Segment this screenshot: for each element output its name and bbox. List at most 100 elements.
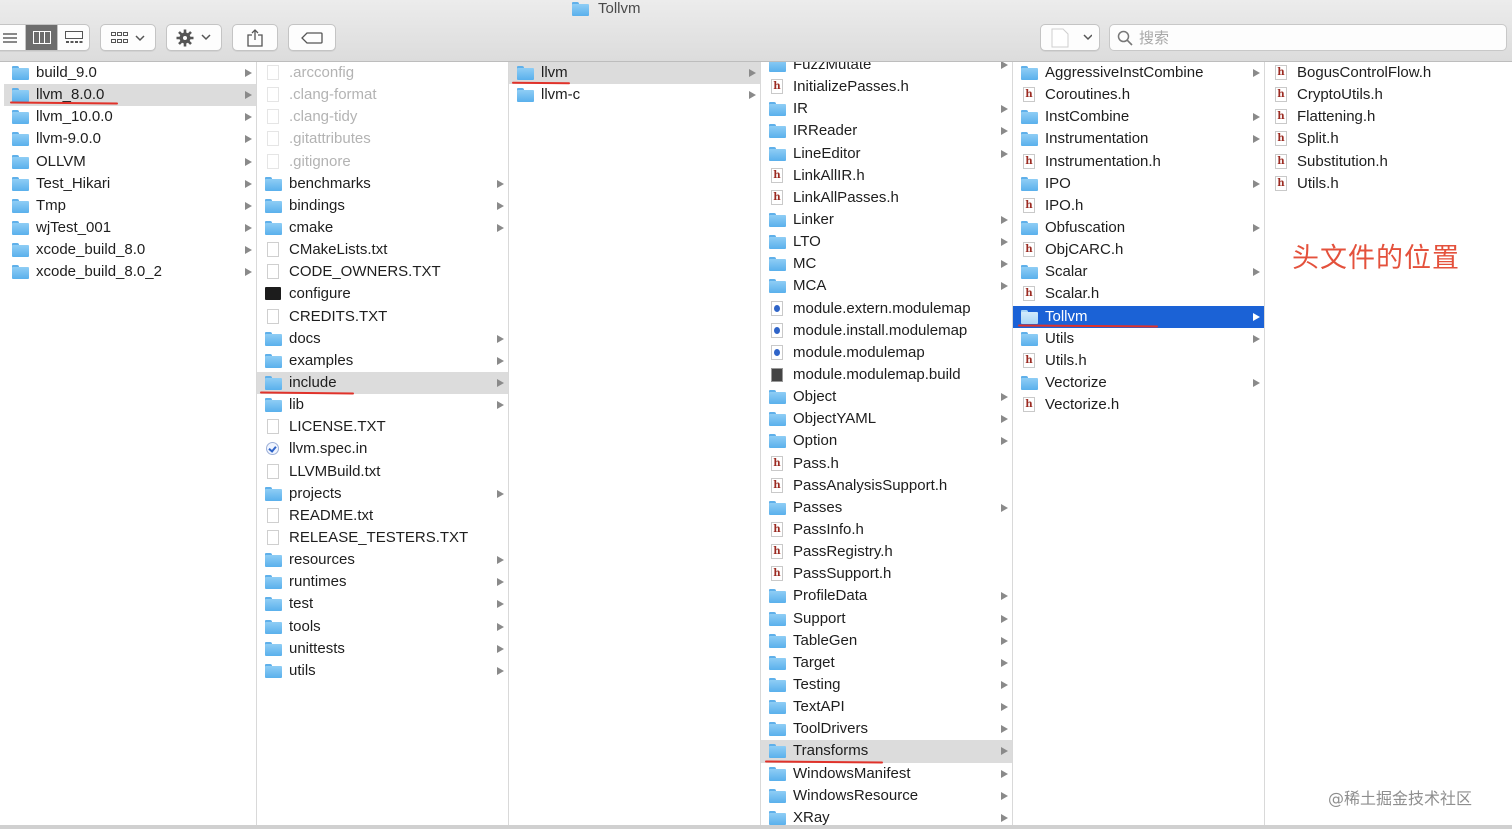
file-item[interactable]: module.modulemap: [761, 342, 1012, 364]
folder-item[interactable]: docs: [257, 328, 508, 350]
folder-item[interactable]: AggressiveInstCombine: [1013, 62, 1264, 84]
path-popup-button[interactable]: [1040, 24, 1100, 51]
folder-item[interactable]: Target: [761, 652, 1012, 674]
folder-item[interactable]: Scalar: [1013, 261, 1264, 283]
folder-item[interactable]: Support: [761, 608, 1012, 630]
file-item[interactable]: .gitignore: [257, 151, 508, 173]
folder-item[interactable]: unittests: [257, 638, 508, 660]
folder-item[interactable]: Obfuscation: [1013, 217, 1264, 239]
share-button[interactable]: [232, 24, 278, 51]
file-item[interactable]: h Flattening.h: [1265, 106, 1512, 128]
folder-item[interactable]: resources: [257, 549, 508, 571]
folder-item[interactable]: Transforms: [761, 740, 1012, 763]
file-item[interactable]: .gitattributes: [257, 128, 508, 150]
folder-item[interactable]: Option: [761, 430, 1012, 452]
folder-item[interactable]: IPO: [1013, 173, 1264, 195]
file-item[interactable]: LLVMBuild.txt: [257, 461, 508, 483]
search-field[interactable]: [1109, 24, 1507, 51]
folder-item[interactable]: OLLVM: [4, 151, 256, 173]
folder-item[interactable]: llvm: [509, 62, 760, 85]
folder-item[interactable]: LTO: [761, 231, 1012, 253]
file-item[interactable]: RELEASE_TESTERS.TXT: [257, 527, 508, 549]
folder-item[interactable]: utils: [257, 660, 508, 682]
folder-item[interactable]: MCA: [761, 275, 1012, 297]
file-item[interactable]: .clang-tidy: [257, 106, 508, 128]
folder-item[interactable]: Utils: [1013, 328, 1264, 350]
file-item[interactable]: configure: [257, 283, 508, 305]
folder-item[interactable]: ProfileData: [761, 585, 1012, 607]
file-item[interactable]: h PassAnalysisSupport.h: [761, 475, 1012, 497]
folder-item[interactable]: Object: [761, 386, 1012, 408]
file-item[interactable]: h Substitution.h: [1265, 151, 1512, 173]
folder-item[interactable]: xcode_build_8.0: [4, 239, 256, 261]
folder-item[interactable]: Testing: [761, 674, 1012, 696]
list-view-button[interactable]: [0, 25, 25, 50]
file-item[interactable]: h IPO.h: [1013, 195, 1264, 217]
file-item[interactable]: h InitializePasses.h: [761, 76, 1012, 98]
folder-item[interactable]: IRReader: [761, 120, 1012, 142]
file-item[interactable]: h Pass.h: [761, 453, 1012, 475]
file-item[interactable]: h BogusControlFlow.h: [1265, 62, 1512, 84]
folder-item[interactable]: bindings: [257, 195, 508, 217]
tag-button[interactable]: [288, 24, 336, 51]
file-item[interactable]: h Utils.h: [1265, 173, 1512, 195]
folder-item[interactable]: llvm-9.0.0: [4, 128, 256, 150]
file-item[interactable]: module.install.modulemap: [761, 320, 1012, 342]
folder-item[interactable]: test: [257, 593, 508, 615]
folder-item[interactable]: include: [257, 371, 508, 395]
folder-item[interactable]: examples: [257, 350, 508, 372]
file-item[interactable]: h ObjCARC.h: [1013, 239, 1264, 261]
column-view-button[interactable]: [25, 25, 57, 50]
search-input[interactable]: [1139, 28, 1479, 47]
file-item[interactable]: CODE_OWNERS.TXT: [257, 261, 508, 283]
file-item[interactable]: CMakeLists.txt: [257, 239, 508, 261]
file-item[interactable]: h PassRegistry.h: [761, 541, 1012, 563]
folder-item[interactable]: ToolDrivers: [761, 718, 1012, 740]
file-item[interactable]: LICENSE.TXT: [257, 416, 508, 438]
file-item[interactable]: h Split.h: [1265, 128, 1512, 150]
folder-item[interactable]: Instrumentation: [1013, 128, 1264, 150]
folder-item[interactable]: runtimes: [257, 571, 508, 593]
file-item[interactable]: h Instrumentation.h: [1013, 151, 1264, 173]
file-item[interactable]: module.modulemap.build: [761, 364, 1012, 386]
file-item[interactable]: module.extern.modulemap: [761, 298, 1012, 320]
folder-item[interactable]: lib: [257, 394, 508, 416]
file-item[interactable]: h LinkAllPasses.h: [761, 187, 1012, 209]
folder-item[interactable]: benchmarks: [257, 173, 508, 195]
file-item[interactable]: llvm.spec.in: [257, 438, 508, 460]
folder-item[interactable]: InstCombine: [1013, 106, 1264, 128]
group-by-button[interactable]: [100, 24, 156, 51]
folder-item[interactable]: LineEditor: [761, 143, 1012, 165]
folder-item[interactable]: WindowsManifest: [761, 763, 1012, 785]
folder-item[interactable]: Passes: [761, 497, 1012, 519]
folder-item[interactable]: Test_Hikari: [4, 173, 256, 195]
folder-item[interactable]: build_9.0: [4, 62, 256, 84]
folder-item[interactable]: xcode_build_8.0_2: [4, 261, 256, 283]
gallery-view-button[interactable]: [57, 25, 89, 50]
file-item[interactable]: h Vectorize.h: [1013, 394, 1264, 416]
folder-item[interactable]: Tmp: [4, 195, 256, 217]
folder-item[interactable]: llvm-c: [509, 84, 760, 106]
folder-item[interactable]: MC: [761, 253, 1012, 275]
folder-item[interactable]: wjTest_001: [4, 217, 256, 239]
file-item[interactable]: h LinkAllIR.h: [761, 165, 1012, 187]
folder-item[interactable]: cmake: [257, 217, 508, 239]
folder-item[interactable]: llvm_10.0.0: [4, 106, 256, 128]
folder-item[interactable]: Linker: [761, 209, 1012, 231]
file-item[interactable]: h Utils.h: [1013, 350, 1264, 372]
file-item[interactable]: .arcconfig: [257, 62, 508, 84]
folder-item[interactable]: tools: [257, 616, 508, 638]
folder-item[interactable]: ObjectYAML: [761, 408, 1012, 430]
folder-item[interactable]: projects: [257, 483, 508, 505]
file-item[interactable]: README.txt: [257, 505, 508, 527]
folder-item[interactable]: TableGen: [761, 630, 1012, 652]
file-item[interactable]: .clang-format: [257, 84, 508, 106]
file-item[interactable]: h Coroutines.h: [1013, 84, 1264, 106]
action-button[interactable]: [166, 24, 222, 51]
file-item[interactable]: h CryptoUtils.h: [1265, 84, 1512, 106]
file-item[interactable]: h PassInfo.h: [761, 519, 1012, 541]
folder-item[interactable]: WindowsResource: [761, 785, 1012, 807]
folder-item[interactable]: IR: [761, 98, 1012, 120]
file-item[interactable]: CREDITS.TXT: [257, 306, 508, 328]
file-item[interactable]: h Scalar.h: [1013, 283, 1264, 305]
